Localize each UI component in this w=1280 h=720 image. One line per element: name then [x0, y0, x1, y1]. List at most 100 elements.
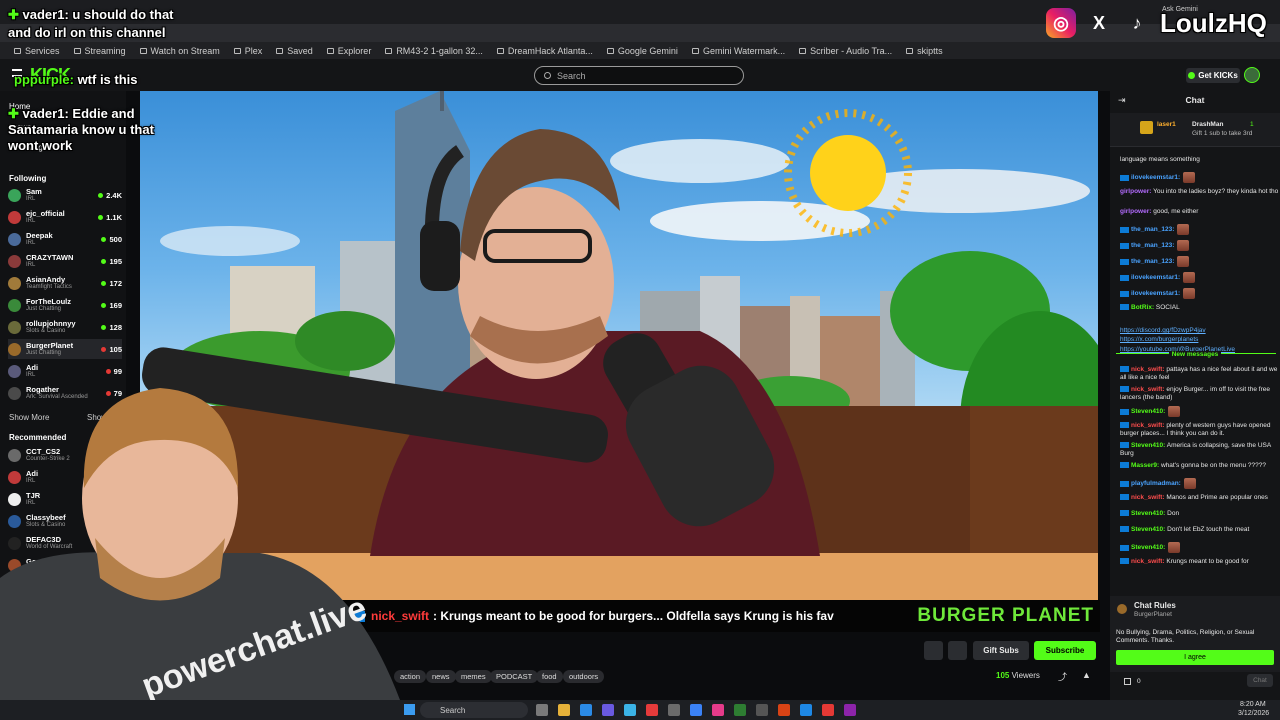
- bookmark-item[interactable]: skiptts: [906, 46, 943, 56]
- taskbar-app-icon[interactable]: [756, 704, 768, 716]
- channel-text: AsianAndy Teamfight Tactics: [26, 275, 72, 291]
- viewer-count-value: 128: [109, 322, 122, 332]
- channel-text: Deepak IRL: [26, 231, 53, 247]
- chat-username[interactable]: nick_swift:: [1131, 558, 1165, 565]
- overlay-badge-icon-2: ✚: [8, 106, 19, 121]
- channel-name: rollupjohnnyy: [26, 318, 76, 328]
- taskbar-app-icon[interactable]: [800, 704, 812, 716]
- taskbar-app-icon[interactable]: [690, 704, 702, 716]
- tag-memes[interactable]: memes: [455, 670, 492, 683]
- viewer-count-value: 105: [996, 671, 1010, 680]
- pinned-user-1[interactable]: laser1: [1157, 121, 1176, 129]
- taskbar-app-icon[interactable]: [778, 704, 790, 716]
- sidebar-channel-crazytawn[interactable]: CRAZYTAWN IRL 195: [8, 251, 122, 271]
- tag-news[interactable]: news: [426, 670, 456, 683]
- brand-name: LoulzHQ: [1160, 7, 1267, 38]
- windows-start-icon[interactable]: [404, 704, 415, 715]
- bookmark-item[interactable]: Plex: [233, 46, 262, 56]
- bookmark-item[interactable]: DreamHack Atlanta...: [496, 46, 593, 56]
- chat-username[interactable]: the_man_123:: [1131, 226, 1174, 233]
- channel-avatar: [8, 342, 21, 356]
- chat-username[interactable]: Steven410:: [1131, 526, 1165, 533]
- overlay-chat-line-2: pppurple: wtf is this: [14, 72, 138, 87]
- taskbar-app-icon[interactable]: [602, 704, 614, 716]
- sidebar-channel-burgerplanet[interactable]: BurgerPlanet Just Chatting 105: [8, 339, 122, 359]
- instagram-icon: ◎: [1046, 8, 1076, 38]
- x-link[interactable]: https://x.com/burgerplanets: [1120, 336, 1198, 344]
- chat-username[interactable]: nick_swift:: [1131, 494, 1165, 501]
- taskbar-app-icon[interactable]: [558, 704, 570, 716]
- taskbar-app-icon[interactable]: [734, 704, 746, 716]
- chat-username[interactable]: ilovekeemstar1:: [1131, 290, 1180, 297]
- share-icon[interactable]: ⤴: [1058, 670, 1067, 683]
- bookmark-label: Explorer: [337, 45, 372, 56]
- get-kicks-button[interactable]: Get KICKs: [1186, 68, 1240, 83]
- tag-food[interactable]: food: [536, 670, 563, 683]
- agree-button[interactable]: I agree: [1116, 650, 1274, 665]
- sidebar-channel-ejc_official[interactable]: ejc_official IRL 1.1K: [8, 207, 122, 227]
- subscribe-button[interactable]: Subscribe: [1034, 641, 1096, 660]
- taskbar-app-icon[interactable]: [646, 704, 658, 716]
- chat-username[interactable]: ilovekeemstar1:: [1131, 174, 1180, 181]
- bookmark-item[interactable]: RM43-2 1-gallon 32...: [385, 46, 483, 56]
- chat-username[interactable]: nick_swift:: [1131, 386, 1165, 393]
- taskbar-app-icon[interactable]: [580, 704, 592, 716]
- bookmark-item[interactable]: Services: [14, 46, 60, 56]
- follow-heart-button[interactable]: [948, 641, 967, 660]
- sidebar-channel-rollupjohnnyy[interactable]: rollupjohnnyy Slots & Casino 128: [8, 317, 122, 337]
- tag-outdoors[interactable]: outdoors: [563, 670, 605, 683]
- bookmark-item[interactable]: Scriber - Audio Tra...: [799, 46, 892, 56]
- channel-text: Adi IRL: [26, 363, 38, 379]
- chat-send-button[interactable]: Chat: [1247, 674, 1273, 687]
- channel-avatar: [8, 320, 21, 334]
- search-input[interactable]: Search: [534, 66, 744, 85]
- chat-username[interactable]: Steven410:: [1131, 408, 1165, 415]
- gift-subs-button[interactable]: Gift Subs: [973, 641, 1029, 660]
- chat-username[interactable]: girlpower:: [1120, 208, 1151, 215]
- chat-username[interactable]: ilovekeemstar1:: [1131, 274, 1180, 281]
- chat-username[interactable]: nick_swift:: [1131, 422, 1165, 429]
- sidebar-channel-deepak[interactable]: Deepak IRL 500: [8, 229, 122, 249]
- chat-username[interactable]: the_man_123:: [1131, 242, 1174, 249]
- notification-bell-button[interactable]: [924, 641, 943, 660]
- sidebar-channel-asianandy[interactable]: AsianAndy Teamfight Tactics 172: [8, 273, 122, 293]
- sidebar-channel-sam[interactable]: Sam IRL 2.4K: [8, 185, 122, 205]
- taskbar-app-icon[interactable]: [822, 704, 834, 716]
- bookmark-item[interactable]: Watch on Stream: [139, 46, 220, 56]
- tag-action[interactable]: action: [394, 670, 427, 683]
- sidebar-channel-fortheloulz[interactable]: ForTheLoulz Just Chatting 169: [8, 295, 122, 315]
- chat-username[interactable]: the_man_123:: [1131, 258, 1174, 265]
- taskbar-app-icon[interactable]: [712, 704, 724, 716]
- chat-badge-icon: [1120, 408, 1129, 415]
- chat-username[interactable]: Steven410:: [1131, 510, 1165, 517]
- chat-settings-icon[interactable]: [1124, 678, 1131, 685]
- taskbar-app-icon[interactable]: [668, 704, 680, 716]
- bookmark-label: skiptts: [917, 45, 943, 56]
- taskbar-app-icon[interactable]: [844, 704, 856, 716]
- overlay-chat-user-1: vader1:: [22, 7, 69, 22]
- user-avatar[interactable]: [1244, 67, 1260, 83]
- chat-username[interactable]: girlpower:: [1120, 188, 1151, 195]
- chat-username[interactable]: BotRix:: [1131, 304, 1154, 311]
- bookmark-item[interactable]: Google Gemini: [606, 46, 678, 56]
- bookmark-item[interactable]: Streaming: [73, 46, 126, 56]
- chat-username[interactable]: Steven410:: [1131, 544, 1165, 551]
- viewer-count: 1.1K: [98, 213, 122, 222]
- pinned-user-2[interactable]: DrashMan: [1192, 121, 1223, 129]
- taskbar-search[interactable]: Search: [420, 702, 528, 718]
- ticker-text: : Krungs meant to be good for burgers...…: [433, 609, 834, 623]
- chat-username[interactable]: playfulmadman:: [1131, 480, 1181, 487]
- taskbar-app-icon[interactable]: [536, 704, 548, 716]
- report-icon[interactable]: ▲: [1082, 670, 1091, 680]
- bookmark-item[interactable]: Explorer: [326, 45, 372, 56]
- bookmark-item[interactable]: Gemini Watermark...: [691, 46, 785, 56]
- taskbar-app-icon[interactable]: [624, 704, 636, 716]
- bookmark-item[interactable]: Saved: [276, 46, 313, 56]
- discord-link[interactable]: https://discord.gg/fDzwpP4jav: [1120, 327, 1206, 335]
- chat-username[interactable]: nick_swift:: [1131, 366, 1165, 373]
- channel-avatar: [8, 364, 21, 378]
- chat-username[interactable]: Masser9:: [1131, 462, 1159, 469]
- tag-podcast[interactable]: PODCAST: [490, 670, 539, 683]
- new-messages-label: New messages: [1110, 351, 1280, 359]
- chat-username[interactable]: Steven410:: [1131, 442, 1165, 449]
